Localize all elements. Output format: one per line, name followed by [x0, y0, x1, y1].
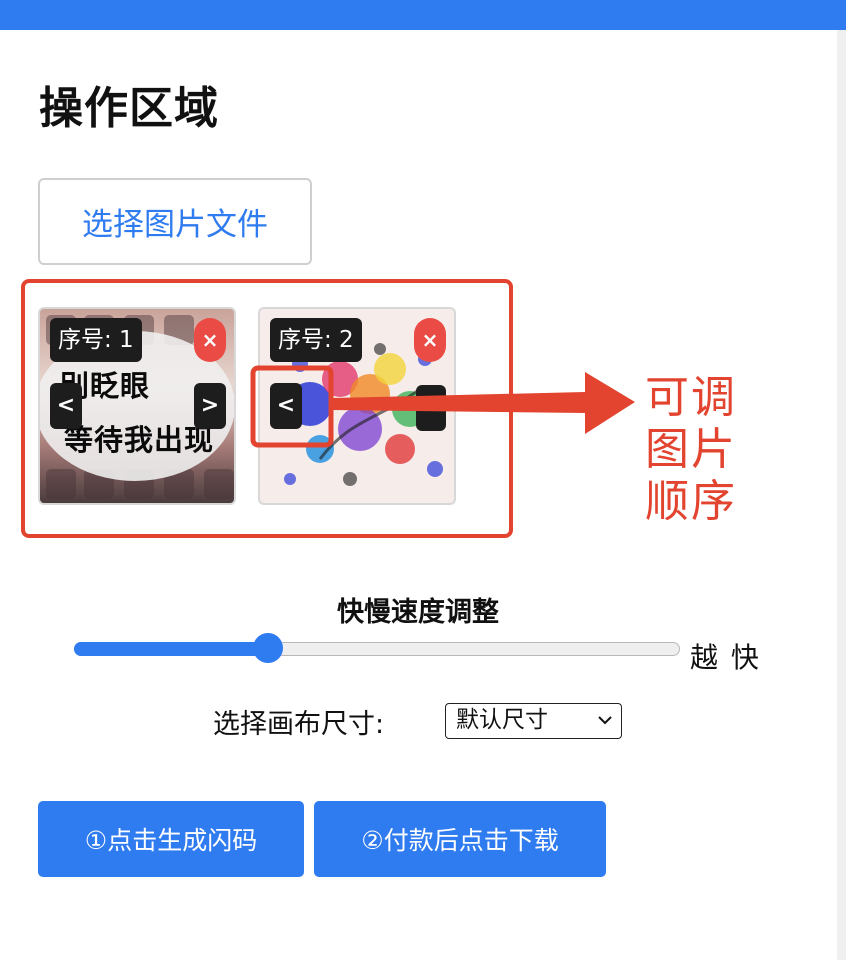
annotation-text: 可调图片顺序: [645, 372, 737, 527]
chevron-down-icon: [597, 704, 613, 748]
canvas-size-select[interactable]: 默认尺寸: [445, 703, 622, 739]
slider-knob[interactable]: [252, 633, 283, 663]
speed-slider[interactable]: [74, 633, 680, 663]
generate-button[interactable]: ①点击生成闪码: [38, 801, 304, 877]
slider-fill: [74, 642, 268, 656]
canvas-size-selected: 默认尺寸: [456, 707, 548, 733]
canvas-size-label: 选择画布尺寸:: [213, 709, 385, 740]
speed-title: 快慢速度调整: [337, 597, 499, 628]
download-button[interactable]: ②付款后点击下载: [314, 801, 606, 877]
speed-label: 越 快: [690, 641, 761, 674]
